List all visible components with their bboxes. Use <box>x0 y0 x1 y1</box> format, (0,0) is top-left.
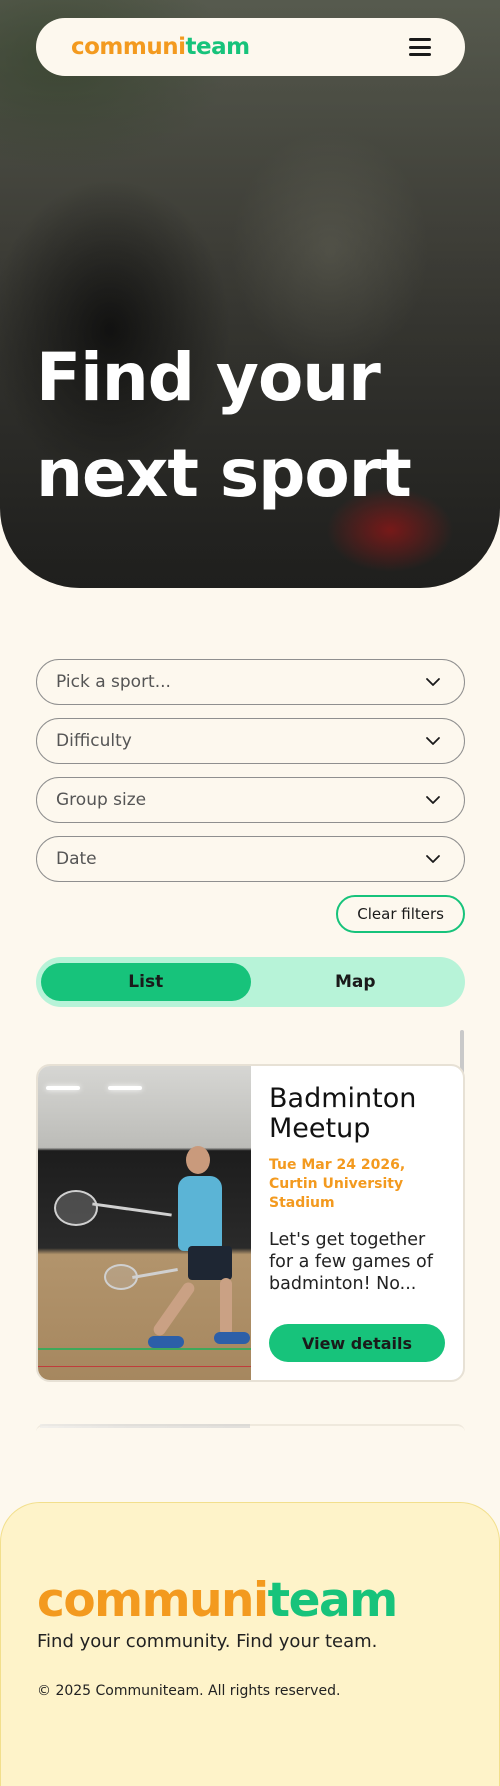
filters-panel: Pick a sport... Difficulty Group size Da… <box>36 659 465 1007</box>
view-toggle: List Map <box>36 957 465 1007</box>
next-event-image-edge <box>40 1424 250 1428</box>
event-image <box>38 1066 251 1380</box>
footer-logo-part1: communi <box>37 1573 269 1628</box>
hero-title-line2: next sport <box>36 435 412 512</box>
clear-filters-button[interactable]: Clear filters <box>336 895 465 933</box>
difficulty-select[interactable]: Difficulty <box>36 718 465 764</box>
chevron-down-icon <box>426 737 440 745</box>
group-size-select[interactable]: Group size <box>36 777 465 823</box>
list-view-tab[interactable]: List <box>41 963 251 1001</box>
date-select[interactable]: Date <box>36 836 465 882</box>
navbar: communiteam <box>36 18 465 76</box>
view-details-button[interactable]: View details <box>269 1324 445 1362</box>
hero-title: Find your next sport <box>36 330 456 522</box>
chevron-down-icon <box>426 678 440 686</box>
clear-filters-row: Clear filters <box>36 895 465 933</box>
sport-select[interactable]: Pick a sport... <box>36 659 465 705</box>
map-view-tab[interactable]: Map <box>251 963 461 1001</box>
event-card: Badminton Meetup Tue Mar 24 2026, Curtin… <box>36 1064 465 1382</box>
event-description: Let's get together for a few games of ba… <box>269 1230 433 1294</box>
footer-tagline: Find your community. Find your team. <box>37 1631 378 1652</box>
logo-part1: communi <box>71 34 186 60</box>
logo[interactable]: communiteam <box>71 34 250 60</box>
event-card-body: Badminton Meetup Tue Mar 24 2026, Curtin… <box>251 1066 463 1380</box>
sport-select-value: Pick a sport... <box>56 672 171 692</box>
logo-part2: team <box>185 34 251 60</box>
footer-copyright: © 2025 Communiteam. All rights reserved. <box>37 1683 341 1699</box>
hero-title-line1: Find your <box>36 339 381 416</box>
event-title: Badminton Meetup <box>269 1083 417 1144</box>
date-select-value: Date <box>56 849 97 869</box>
footer-logo-part2: team <box>267 1573 399 1628</box>
group-size-select-value: Group size <box>56 790 147 810</box>
chevron-down-icon <box>426 796 440 804</box>
chevron-down-icon <box>426 855 440 863</box>
event-date-location: Tue Mar 24 2026, Curtin University Stadi… <box>269 1157 406 1211</box>
hamburger-icon[interactable] <box>409 38 431 56</box>
footer: communiteam Find your community. Find yo… <box>0 1502 500 1786</box>
footer-logo: communiteam <box>37 1573 399 1628</box>
hero-banner: Find your next sport <box>0 0 500 588</box>
difficulty-select-value: Difficulty <box>56 731 132 751</box>
